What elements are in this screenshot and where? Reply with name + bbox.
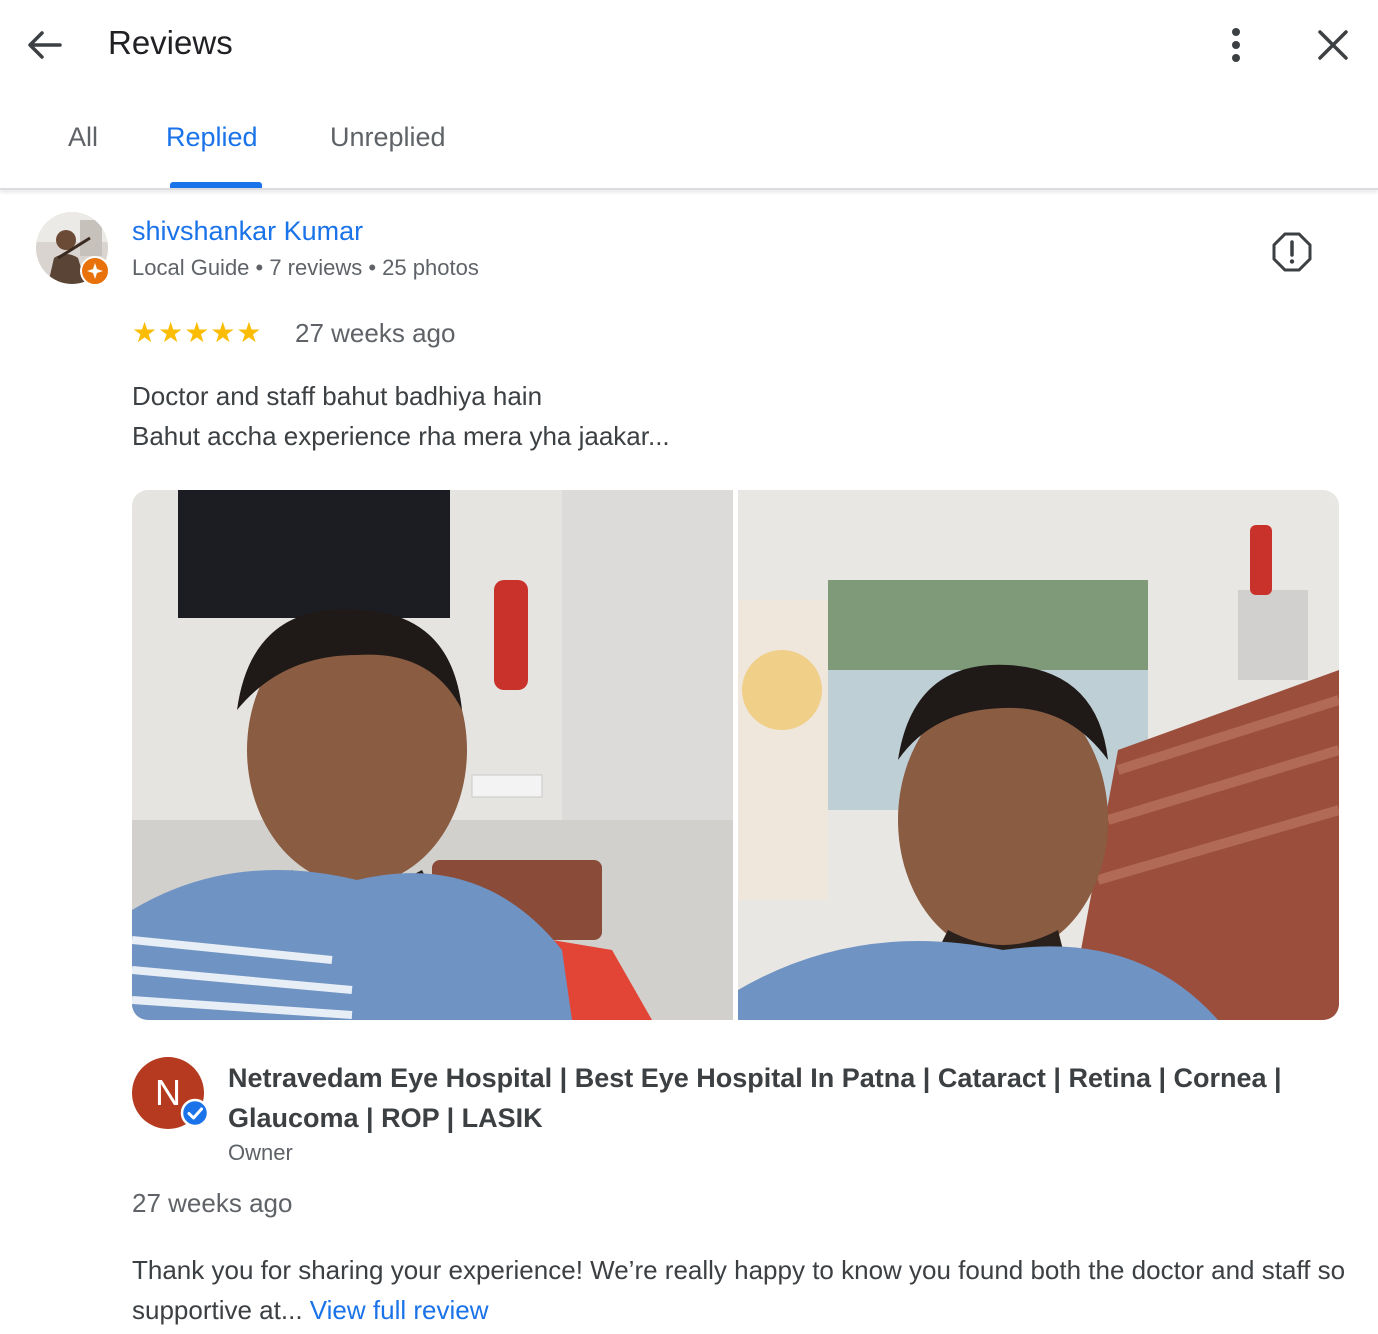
star-badge-icon (87, 263, 103, 279)
review-tabs: All Replied Unreplied (0, 90, 1378, 188)
report-icon (1272, 232, 1312, 272)
owner-role: Owner (228, 1140, 293, 1165)
verified-check-icon (180, 1098, 210, 1128)
top-bar: Reviews (0, 0, 1378, 90)
reply-time: 27 weeks ago (132, 1188, 293, 1218)
review-photo[interactable] (132, 490, 733, 1020)
review-text: Doctor and staff bahut badhiya hain Bahu… (132, 376, 670, 456)
star-rating: ★★★★★ (132, 317, 263, 348)
review-text-line: Bahut accha experience rha mera yha jaak… (132, 421, 670, 451)
arrow-left-icon (28, 31, 62, 59)
tab-replied[interactable]: Replied (166, 122, 258, 153)
verified-badge (180, 1098, 210, 1128)
local-guide-badge (80, 256, 110, 286)
review-photo-image (738, 490, 1339, 1020)
review-time: 27 weeks ago (295, 318, 456, 348)
review-photo[interactable] (738, 490, 1339, 1020)
more-vert-icon (1232, 28, 1240, 62)
back-button[interactable] (20, 20, 70, 70)
tab-unreplied[interactable]: Unreplied (330, 122, 446, 153)
view-full-review-link[interactable]: View full review (310, 1295, 489, 1325)
close-icon (1318, 30, 1348, 60)
tabs-divider (0, 188, 1378, 190)
reviewer-meta: Local Guide • 7 reviews • 25 photos (132, 255, 479, 280)
owner-name: Netravedam Eye Hospital | Best Eye Hospi… (228, 1063, 1282, 1133)
page-title: Reviews (108, 24, 233, 61)
close-button[interactable] (1308, 20, 1358, 70)
tab-all[interactable]: All (68, 122, 98, 153)
more-options-button[interactable] (1214, 20, 1258, 70)
review-photo-image (132, 490, 733, 1020)
review-text-line: Doctor and staff bahut badhiya hain (132, 381, 543, 411)
reply-text: Thank you for sharing your experience! W… (132, 1250, 1347, 1330)
report-review-button[interactable] (1270, 230, 1314, 274)
reviewer-name[interactable]: shivshankar Kumar (132, 216, 363, 247)
